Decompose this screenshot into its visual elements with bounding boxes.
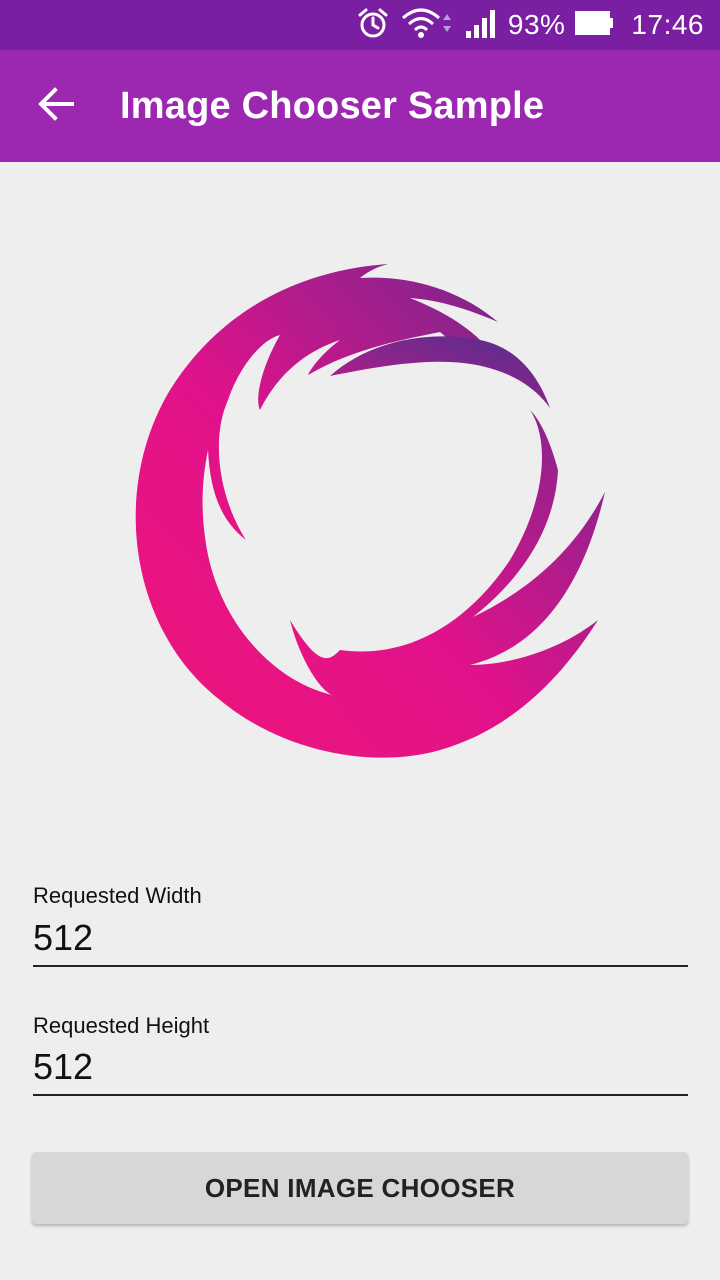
page-title: Image Chooser Sample [120, 85, 545, 127]
signal-icon [464, 7, 498, 44]
status-bar: 93% 17:46 [0, 0, 720, 50]
alarm-icon [356, 6, 390, 45]
requested-width-label: Requested Width [33, 883, 202, 908]
app-bar: Image Chooser Sample [0, 50, 720, 162]
requested-height-input[interactable]: 512 [33, 1044, 688, 1096]
open-image-chooser-button[interactable]: OPEN IMAGE CHOOSER [32, 1152, 688, 1224]
battery-percent: 93% [507, 9, 566, 40]
wifi-icon [400, 6, 454, 45]
battery-icon [575, 9, 615, 42]
swirl-logo-image [135, 264, 606, 758]
clock: 17:46 [631, 9, 704, 40]
image-preview [110, 240, 630, 780]
status-icons: 93% 17:46 [356, 0, 704, 50]
requested-width-input[interactable]: 512 [33, 915, 688, 967]
requested-height-label: Requested Height [33, 1013, 210, 1038]
back-button[interactable] [22, 72, 90, 140]
arrow-back-icon [38, 86, 74, 127]
